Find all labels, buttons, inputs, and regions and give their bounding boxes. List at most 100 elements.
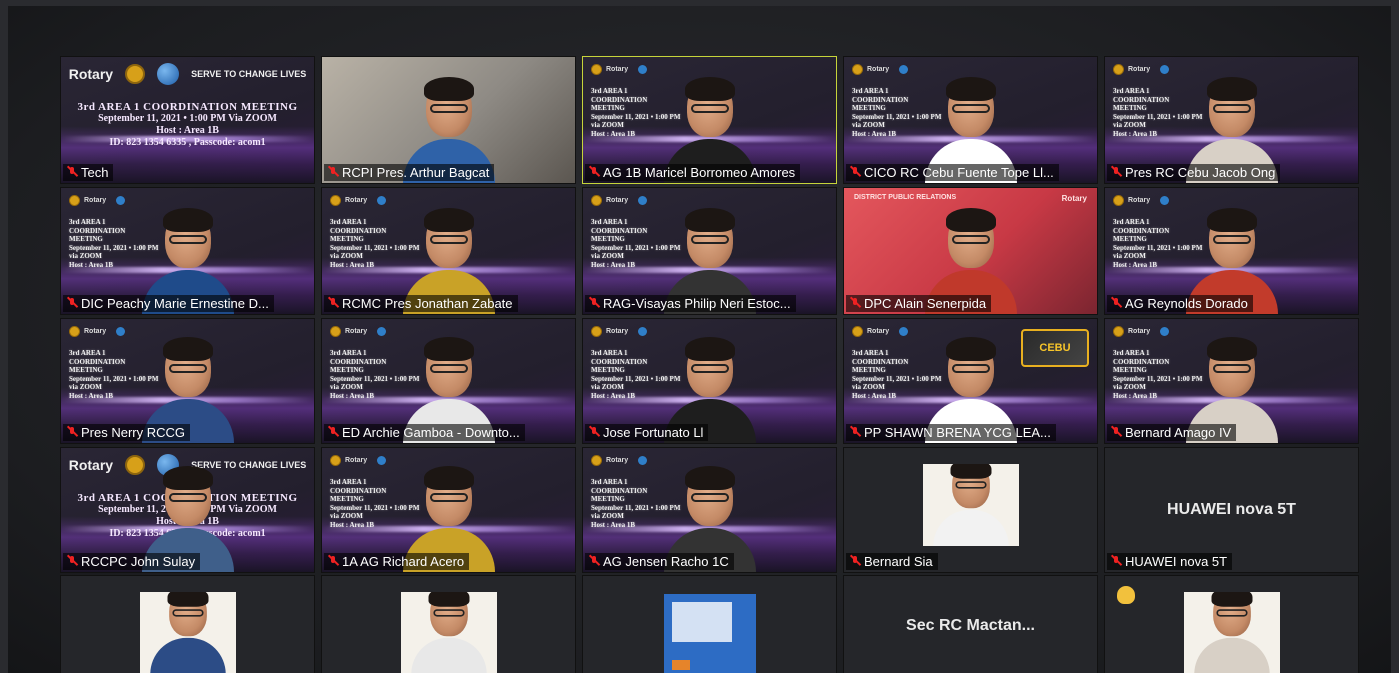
rotary-text: Rotary [1128,197,1151,204]
hair [950,464,991,479]
participant-tile[interactable]: Rotary 3rd AREA 1 COORDINATION MEETING Septe… [60,318,315,444]
globe-icon [157,63,180,85]
participant-tile[interactable]: Rotary 3rd AREA 1 COORDINATION MEETING Septe… [582,318,837,444]
glasses [429,104,468,113]
rotary-wheel-icon [330,326,341,337]
participant-tile[interactable]: Rotary 3rd AREA 1 COORDINATION MEETING Septe… [582,187,837,315]
participant-tile[interactable]: Rotary 3rd AREA 1 COORDINATION MEETING Septe… [843,318,1098,444]
participant-tile[interactable]: RotarySERVE TO CHANGE LIVES3rd AREA 1 CO… [60,56,315,184]
participant-tile[interactable]: Rotary 3rd AREA 1 COORDINATION MEETING Septe… [321,187,576,315]
participant-name-label: DPC Alain Senerpida [846,295,992,312]
rotary-mini-logo: Rotary [330,455,387,466]
slide-title: 3rd AREA 1 COORDINATION MEETING [77,101,298,113]
participant-name-label: Bernard Amago IV [1107,424,1237,441]
participant-tile[interactable]: Rotary 3rd AREA 1 COORDINATION MEETING Septe… [843,56,1098,184]
participant-name: Pres RC Cebu Jacob Ong [1125,165,1276,180]
mic-muted-icon [328,298,338,309]
mic-muted-icon [1111,556,1121,567]
rotary-wheel-icon [591,326,602,337]
participant-tile[interactable]: RotarySERVE TO CHANGE LIVES3rd AREA 1 CO… [60,447,315,573]
rotary-mini-logo: Rotary [1113,64,1170,75]
glasses [429,493,468,502]
raise-hand-icon [1117,586,1135,604]
participant-tile[interactable]: Rotary 3rd AREA 1 COORDINATION MEETING Septe… [60,187,315,315]
mic-muted-icon [589,556,599,567]
participant-name: AG Jensen Racho 1C [603,554,729,569]
rotary-text: Rotary [345,328,368,335]
participant-name: Bernard Amago IV [1125,425,1232,440]
rotary-mini-logo: Rotary [852,326,909,337]
mic-muted-icon [1111,167,1121,178]
participant-tile[interactable]: Rotary 3rd AREA 1 COORDINATION MEETING Septe… [321,447,576,573]
participant-name-label: HUAWEI nova 5T [1107,553,1233,570]
mic-muted-icon [67,167,77,178]
rotary-wheel-icon [591,455,602,466]
participant-tile[interactable]: Bernard Sia [843,447,1098,573]
glasses [432,609,465,617]
participant-tile[interactable] [582,575,837,673]
participant-display-name: Sec RC Mactan... [906,617,1035,634]
rotary-text: Rotary [1128,328,1151,335]
mic-muted-icon [850,556,860,567]
participant-video [932,464,1009,546]
rotary-mini-logo: Rotary [330,195,387,206]
rotary-text: Rotary [345,197,368,204]
participant-tile[interactable]: Rotary 3rd AREA 1 COORDINATION MEETING Septe… [1104,187,1359,315]
hair [945,208,996,232]
participant-tile[interactable]: Rotary 3rd AREA 1 COORDINATION MEETING Septe… [321,318,576,444]
hair [423,208,474,232]
rotary-mini-logo: Rotary [330,326,387,337]
profile-picture [139,592,236,673]
participant-tile[interactable] [60,575,315,673]
zoom-gallery-screen: Rotary SERVE TO CHANGE LIVES 3rd AREA 1 CO… [8,6,1391,673]
slide-header: DISTRICT PUBLIC RELATIONS [854,194,957,201]
rotary-text: Rotary [68,457,114,473]
mic-muted-icon [328,556,338,567]
participant-tile[interactable]: Rotary 3rd AREA 1 COORDINATION MEETING Septe… [582,447,837,573]
hair [684,77,735,101]
participant-tile[interactable]: Rotary 3rd AREA 1 COORDINATION MEETING Septe… [1104,318,1359,444]
glasses [1215,609,1248,617]
participant-tile[interactable]: Rotary 3rd AREA 1 COORDINATION MEETING Septe… [1104,56,1359,184]
participant-tile[interactable]: DISTRICT PUBLIC RELATIONS Rotary DPC Alain… [843,187,1098,315]
participant-name: RCMC Pres Jonathan Zabate [342,296,513,311]
hair [162,208,213,232]
participant-tile[interactable]: HUAWEI nova 5T HUAWEI nova 5T [1104,447,1359,573]
gallery-row: Rotary 3rd AREA 1 COORDINATION MEETING Septe… [60,318,1359,444]
mic-muted-icon [67,556,77,567]
rotary-text: Rotary [1128,66,1151,73]
participant-tile[interactable] [1104,575,1359,673]
globe-icon [377,196,387,205]
hair [1211,592,1252,607]
hair [1206,208,1257,232]
participant-name-label: ED Archie Gamboa - Downto... [324,424,525,441]
glasses [429,235,468,244]
hair [1206,77,1257,101]
participant-tile[interactable]: RCPI Pres. Arthur Bagcat [321,56,576,184]
participant-name-label: RCMC Pres Jonathan Zabate [324,295,518,312]
glasses [429,364,468,373]
participant-name: AG 1B Maricel Borromeo Amores [603,165,796,180]
participant-name: DIC Peachy Marie Ernestine D... [81,296,269,311]
profile-picture [1183,592,1280,673]
tagline: SERVE TO CHANGE LIVES [191,69,307,79]
participant-name-label: CICO RC Cebu Fuente Tope Ll... [846,164,1059,181]
profile-picture [663,594,756,673]
glasses [168,235,207,244]
glasses [1212,235,1251,244]
participant-tile[interactable] [321,575,576,673]
mic-muted-icon [328,167,338,178]
glasses [168,493,207,502]
participant-tile[interactable]: Rotary 3rd AREA 1 COORDINATION MEETING Septe… [582,56,837,184]
hair [945,337,996,361]
glasses [951,235,990,244]
rotary-wheel-icon [852,326,863,337]
glasses [168,364,207,373]
rotary-wheel-icon [1113,195,1124,206]
mic-muted-icon [67,298,77,309]
participant-name-label: AG Reynolds Dorado [1107,295,1253,312]
glasses [954,481,987,489]
participant-tile[interactable]: Sec RC Mactan... [843,575,1098,673]
participant-video [1193,592,1270,673]
participant-name-label: RCCPC John Sulay [63,553,201,570]
